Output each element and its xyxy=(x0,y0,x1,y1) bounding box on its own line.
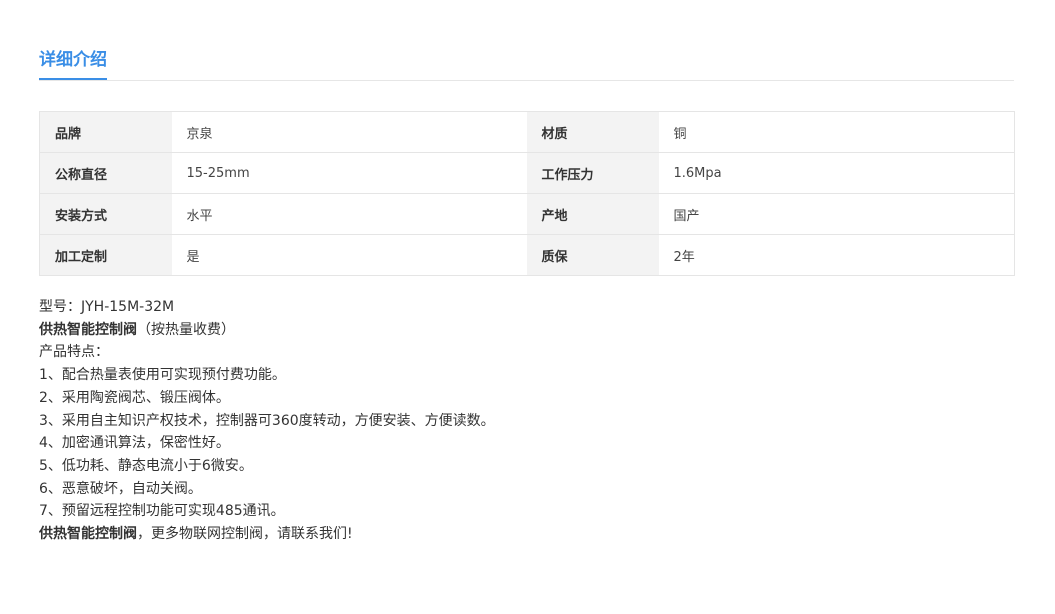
table-row: 加工定制 是 质保 2年 xyxy=(39,234,1015,276)
spec-key: 品牌 xyxy=(39,111,172,153)
spec-value: 2年 xyxy=(658,234,1015,276)
section-header: 详细介绍 xyxy=(39,46,1014,81)
features-label: 产品特点： xyxy=(39,344,109,361)
feature-item: 5、低功耗、静态电流小于6微安。 xyxy=(39,457,253,474)
feature-item: 1、配合热量表使用可实现预付费功能。 xyxy=(39,367,286,384)
spec-key: 材质 xyxy=(526,111,659,153)
product-name-line: 供热智能控制阀（按热量收费） xyxy=(39,319,1014,342)
table-row: 品牌 京泉 材质 铜 xyxy=(39,111,1015,153)
spec-value: 京泉 xyxy=(171,111,527,153)
spec-key: 工作压力 xyxy=(526,152,659,194)
spec-key: 加工定制 xyxy=(39,234,172,276)
section-title: 详细介绍 xyxy=(39,48,107,80)
spec-value: 水平 xyxy=(171,193,527,235)
spec-value: 1.6Mpa xyxy=(658,152,1015,194)
product-name-suffix: （按热量收费） xyxy=(137,321,235,338)
spec-table: 品牌 京泉 材质 铜 公称直径 15-25mm 工作压力 1.6Mpa 安装方式… xyxy=(39,111,1015,276)
product-name: 供热智能控制阀 xyxy=(39,321,137,338)
spec-key: 安装方式 xyxy=(39,193,172,235)
spec-key: 产地 xyxy=(526,193,659,235)
spec-value: 国产 xyxy=(658,193,1015,235)
spec-key: 公称直径 xyxy=(39,152,172,194)
table-row: 安装方式 水平 产地 国产 xyxy=(39,193,1015,235)
closing-product-name: 供热智能控制阀 xyxy=(39,526,137,543)
feature-item: 7、预留远程控制功能可实现485通讯。 xyxy=(39,503,285,520)
model-line: 型号：JYH-15M-32M xyxy=(39,299,175,315)
product-description: 型号：JYH-15M-32M 供热智能控制阀（按热量收费） 产品特点： 1、配合… xyxy=(39,296,1014,546)
feature-item: 6、恶意破坏，自动关阀。 xyxy=(39,480,202,497)
spec-key: 质保 xyxy=(526,234,659,276)
spec-value: 铜 xyxy=(658,111,1015,153)
spec-value: 15-25mm xyxy=(171,152,527,194)
closing-text: ，更多物联网控制阀，请联系我们! xyxy=(137,526,353,543)
feature-item: 2、采用陶瓷阀芯、锻压阀体。 xyxy=(39,389,230,406)
feature-item: 4、加密通讯算法，保密性好。 xyxy=(39,435,230,452)
table-row: 公称直径 15-25mm 工作压力 1.6Mpa xyxy=(39,152,1015,194)
feature-item: 3、采用自主知识产权技术，控制器可360度转动，方便安装、方便读数。 xyxy=(39,412,495,429)
closing-line: 供热智能控制阀，更多物联网控制阀，请联系我们! xyxy=(39,523,1014,546)
spec-value: 是 xyxy=(171,234,527,276)
